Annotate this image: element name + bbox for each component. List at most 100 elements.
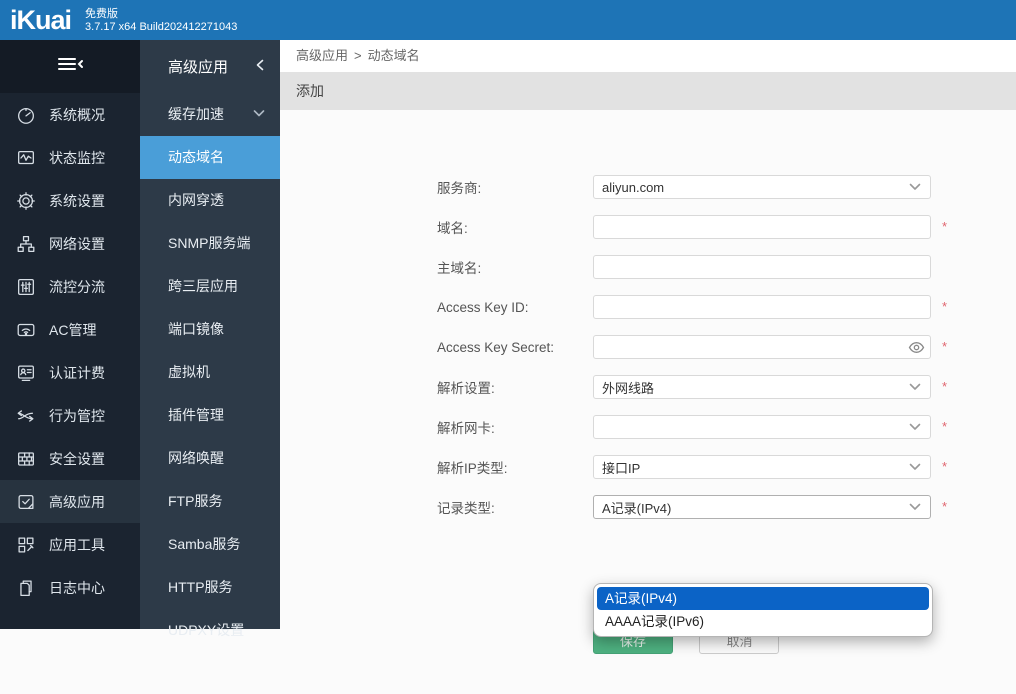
- access-key-secret-field[interactable]: [593, 335, 931, 359]
- submenu-item-label: FTP服务: [168, 480, 222, 523]
- submenu-item-http-service[interactable]: HTTP服务: [140, 566, 280, 609]
- resolve-settings-select-value: 外网线路: [602, 378, 654, 397]
- submenu-header[interactable]: 高级应用: [140, 40, 280, 93]
- sidebar-item-system-settings[interactable]: 系统设置: [0, 179, 140, 222]
- sidebar-item-security-settings[interactable]: 安全设置: [0, 437, 140, 480]
- access-key-id-label: Access Key ID:: [437, 300, 593, 315]
- access-key-id-field[interactable]: [593, 295, 931, 319]
- sidebar-item-label: 高级应用: [49, 492, 105, 512]
- submenu-item-cross-layer3[interactable]: 跨三层应用: [140, 265, 280, 308]
- submenu-item-label: 虚拟机: [168, 351, 210, 394]
- chevron-down-icon: [908, 420, 922, 435]
- submenu-item-intranet-penetration[interactable]: 内网穿透: [140, 179, 280, 222]
- record-type-select[interactable]: A记录(IPv4): [593, 495, 931, 519]
- sidebar-item-log-center[interactable]: 日志中心: [0, 566, 140, 609]
- sidebar-item-system-overview[interactable]: 系统概况: [0, 93, 140, 136]
- domain-field[interactable]: [593, 215, 931, 239]
- form-row-provider: 服务商: aliyun.com: [437, 175, 1016, 199]
- resolve-settings-label: 解析设置:: [437, 377, 593, 397]
- resolve-settings-select[interactable]: 外网线路: [593, 375, 931, 399]
- sidebar-item-advanced-apps[interactable]: 高级应用: [0, 480, 140, 523]
- collapse-menu-icon: [55, 54, 85, 79]
- submenu-item-ftp-service[interactable]: FTP服务: [140, 480, 280, 523]
- submenu-item-cache-acceleration[interactable]: 缓存加速: [140, 93, 280, 136]
- submenu-item-label: 跨三层应用: [168, 265, 238, 308]
- provider-label: 服务商:: [437, 177, 593, 197]
- required-marker: *: [942, 460, 947, 473]
- network-icon: [14, 232, 38, 256]
- breadcrumb: 高级应用 > 动态域名: [280, 40, 1016, 72]
- submenu-item-label: 插件管理: [168, 394, 224, 437]
- sidebar-item-label: 状态监控: [49, 148, 105, 168]
- form-row-access-key-id: Access Key ID: *: [437, 295, 1016, 319]
- app-logo: iKuai: [10, 0, 71, 40]
- form-row-domain: 域名: *: [437, 215, 1016, 239]
- sidebar-item-flow-control[interactable]: 流控分流: [0, 265, 140, 308]
- form-row-main-domain: 主域名:: [437, 255, 1016, 279]
- submenu-item-samba-service[interactable]: Samba服务: [140, 523, 280, 566]
- sidebar-item-auth-billing[interactable]: 认证计费: [0, 351, 140, 394]
- submenu-item-wake-on-lan[interactable]: 网络唤醒: [140, 437, 280, 480]
- sidebar-item-app-tools[interactable]: 应用工具: [0, 523, 140, 566]
- apps-grid-icon: [14, 533, 38, 557]
- submenu-item-label: 动态域名: [168, 136, 224, 179]
- main-domain-field[interactable]: [593, 255, 931, 279]
- provider-select[interactable]: aliyun.com: [593, 175, 931, 199]
- submenu-item-virtual-machine[interactable]: 虚拟机: [140, 351, 280, 394]
- resolve-ip-type-select[interactable]: 接口IP: [593, 455, 931, 479]
- provider-select-value: aliyun.com: [602, 180, 664, 195]
- form-row-resolve-nic: 解析网卡: *: [437, 415, 1016, 439]
- main-domain-label: 主域名:: [437, 257, 593, 277]
- domain-label: 域名:: [437, 217, 593, 237]
- submenu-item-label: UDPXY设置: [168, 609, 244, 652]
- submenu-item-label: Samba服务: [168, 523, 240, 566]
- dropdown-option-aaaa-record[interactable]: AAAA记录(IPv6): [597, 610, 929, 633]
- access-key-secret-label: Access Key Secret:: [437, 340, 593, 355]
- submenu-item-port-mirroring[interactable]: 端口镜像: [140, 308, 280, 351]
- build-label: 3.7.17 x64 Build202412271043: [85, 21, 237, 34]
- record-type-select-value: A记录(IPv4): [602, 498, 671, 517]
- main-sidebar: 系统概况 状态监控 系统设置 网络设置 流控分流 AC管理 认证计费 行为管控 …: [0, 40, 140, 629]
- sidebar-item-label: 网络设置: [49, 234, 105, 254]
- breadcrumb-separator: >: [354, 48, 362, 63]
- chevron-left-icon: [254, 58, 266, 76]
- submenu-item-label: 网络唤醒: [168, 437, 224, 480]
- sidebar-item-network-settings[interactable]: 网络设置: [0, 222, 140, 265]
- sidebar-collapse-toggle[interactable]: [0, 40, 140, 93]
- eye-icon[interactable]: [908, 339, 925, 356]
- submenu-item-label: HTTP服务: [168, 566, 233, 609]
- breadcrumb-parent[interactable]: 高级应用: [296, 48, 348, 63]
- resolve-nic-select[interactable]: [593, 415, 931, 439]
- submenu-item-udpxy-settings[interactable]: UDPXY设置: [140, 609, 280, 652]
- chevron-down-icon: [908, 500, 922, 515]
- form-row-resolve-ip-type: 解析IP类型: 接口IP *: [437, 455, 1016, 479]
- sidebar-item-label: 认证计费: [49, 363, 105, 383]
- form-row-resolve-settings: 解析设置: 外网线路 *: [437, 375, 1016, 399]
- chevron-down-icon: [252, 93, 266, 136]
- sidebar-item-label: 系统概况: [49, 105, 105, 125]
- sidebar-item-label: 行为管控: [49, 406, 105, 426]
- id-card-icon: [14, 361, 38, 385]
- sidebar-item-ac-management[interactable]: AC管理: [0, 308, 140, 351]
- checkbox-icon: [14, 490, 38, 514]
- dropdown-option-a-record[interactable]: A记录(IPv4): [597, 587, 929, 610]
- submenu-item-label: 内网穿透: [168, 179, 224, 222]
- sidebar-item-behavior-control[interactable]: 行为管控: [0, 394, 140, 437]
- resolve-ip-type-select-value: 接口IP: [602, 458, 640, 477]
- sidebar-item-status-monitor[interactable]: 状态监控: [0, 136, 140, 179]
- required-marker: *: [942, 380, 947, 393]
- sidebar-item-label: 流控分流: [49, 277, 105, 297]
- submenu-item-label: 缓存加速: [168, 93, 224, 136]
- submenu-item-dynamic-dns[interactable]: 动态域名: [140, 136, 280, 179]
- submenu-panel: 高级应用 缓存加速 动态域名 内网穿透 SNMP服务端 跨三层应用 端口镜像 虚…: [140, 40, 280, 629]
- breadcrumb-current: 动态域名: [368, 48, 420, 63]
- required-marker: *: [942, 220, 947, 233]
- submenu-item-plugin-management[interactable]: 插件管理: [140, 394, 280, 437]
- chevron-down-icon: [908, 380, 922, 395]
- firewall-icon: [14, 447, 38, 471]
- wifi-icon: [14, 318, 38, 342]
- monitor-pulse-icon: [14, 146, 38, 170]
- sliders-icon: [14, 275, 38, 299]
- submenu-item-snmp-server[interactable]: SNMP服务端: [140, 222, 280, 265]
- gauge-icon: [14, 103, 38, 127]
